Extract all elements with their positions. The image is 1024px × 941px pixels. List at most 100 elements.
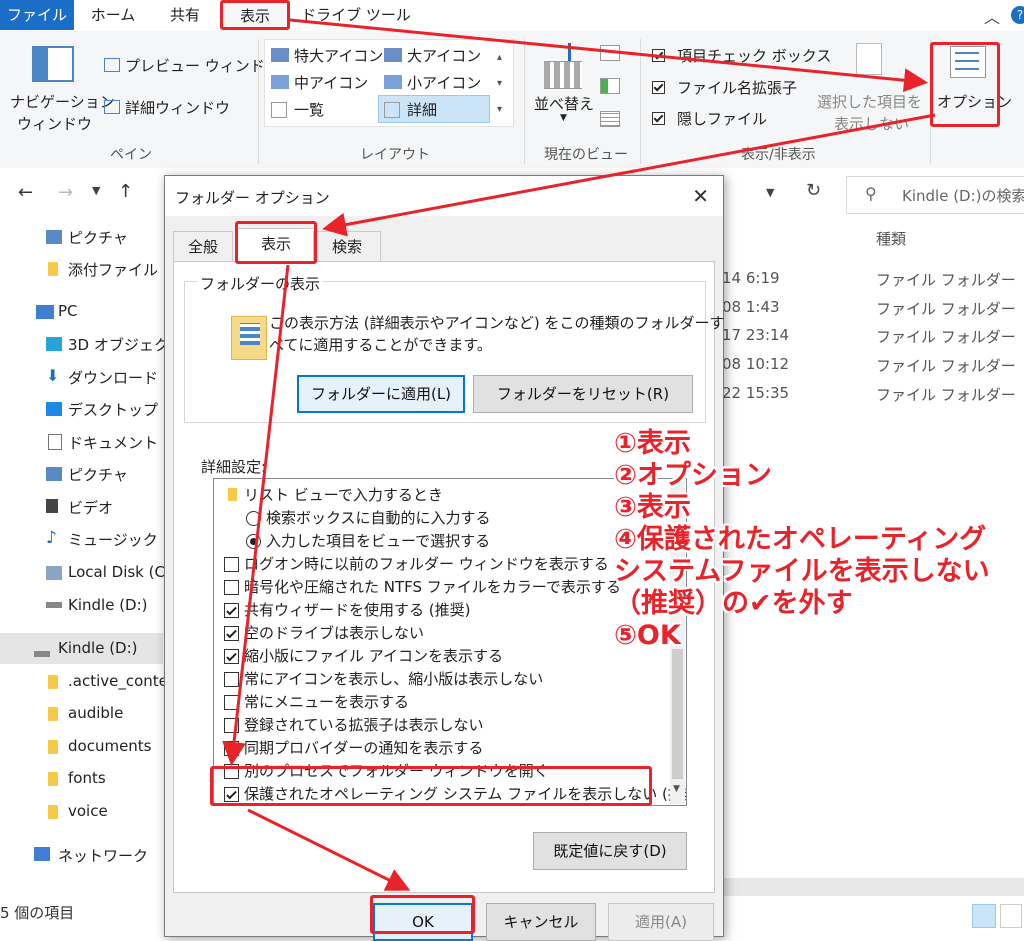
highlight-protected-setting bbox=[210, 766, 652, 806]
apply-to-folders-button[interactable]: フォルダーに適用(L) bbox=[297, 375, 465, 413]
nav-kindle-2[interactable]: Kindle (D:) bbox=[58, 639, 138, 657]
highlight-view-tab bbox=[220, 0, 290, 30]
checkbox-checked[interactable] bbox=[224, 741, 239, 756]
navigation-pane-label-1[interactable]: ナビゲーション bbox=[10, 91, 115, 112]
setting-hide-extensions[interactable]: 登録されている拡張子は表示しない bbox=[214, 713, 659, 736]
tab-share[interactable]: 共有 bbox=[156, 0, 214, 30]
annotation-steps: ①表示 ②オプション ③表示 ④保護されたオペレーティング システムファイルを表… bbox=[614, 428, 990, 652]
sort-dropdown-icon[interactable]: ▼ bbox=[560, 113, 567, 123]
radio-select-typed-item[interactable]: 入力した項目をビューで選択する bbox=[214, 529, 659, 552]
setting-hide-empty-drives[interactable]: 空のドライブは表示しない bbox=[214, 621, 659, 644]
checkbox[interactable] bbox=[224, 580, 239, 595]
cancel-button[interactable]: キャンセル bbox=[486, 903, 596, 941]
tab-file[interactable]: ファイル bbox=[0, 0, 74, 30]
navigation-pane-icon bbox=[32, 46, 74, 82]
nav-downloads[interactable]: ダウンロード bbox=[68, 367, 158, 388]
item-checkboxes-checkbox[interactable] bbox=[652, 49, 665, 62]
recent-locations-icon[interactable]: ▼ bbox=[92, 184, 100, 197]
tab-drive-tools[interactable]: ドライブ ツール bbox=[300, 0, 412, 30]
sort-by-button[interactable]: 並べ替え bbox=[534, 93, 594, 114]
checkbox[interactable] bbox=[224, 557, 239, 572]
checkbox-checked[interactable] bbox=[224, 603, 239, 618]
radio-auto-type-search[interactable]: 検索ボックスに自動的に入力する bbox=[214, 506, 659, 529]
setting-sharing-wizard[interactable]: 共有ウィザードを使用する (推奨) bbox=[214, 598, 659, 621]
restore-defaults-button[interactable]: 既定値に戻す(D) bbox=[533, 832, 687, 870]
nav-kindle-1[interactable]: Kindle (D:) bbox=[68, 596, 148, 614]
show-hide-group-label: 表示/非表示 bbox=[741, 147, 816, 163]
setting-restore-windows[interactable]: ログオン時に以前のフォルダー ウィンドウを表示する bbox=[214, 552, 659, 575]
collapse-ribbon-icon[interactable]: ︿ bbox=[984, 4, 1000, 28]
setting-color-ntfs[interactable]: 暗号化や圧縮された NTFS ファイルをカラーで表示する bbox=[214, 575, 659, 598]
back-icon[interactable]: ← bbox=[18, 182, 33, 203]
details-pane-button[interactable]: 詳細ウィンドウ bbox=[125, 97, 230, 118]
hidden-items-checkbox[interactable] bbox=[652, 112, 665, 125]
reset-folders-button[interactable]: フォルダーをリセット(R) bbox=[473, 375, 693, 413]
hide-selected-icon bbox=[856, 43, 882, 75]
add-columns-icon[interactable] bbox=[600, 78, 620, 94]
hide-selected-label-2[interactable]: 表示しない bbox=[834, 113, 909, 134]
hide-selected-label-1[interactable]: 選択した項目を bbox=[817, 91, 922, 112]
tab-home[interactable]: ホーム bbox=[80, 0, 146, 30]
address-dropdown-icon[interactable]: ▼ bbox=[766, 186, 774, 199]
dialog-tab-search[interactable]: 検索 bbox=[313, 231, 381, 262]
row-date-2: 08 1:43 bbox=[722, 298, 780, 316]
horizontal-scrollbar[interactable] bbox=[722, 878, 1024, 896]
layout-medium-icons[interactable]: 中アイコン bbox=[294, 72, 368, 93]
setting-always-icons[interactable]: 常にアイコンを表示し、縮小版は表示しない bbox=[214, 667, 659, 690]
layout-details[interactable]: 詳細 bbox=[407, 99, 437, 120]
layout-small-icons[interactable]: 小アイコン bbox=[407, 72, 481, 93]
nav-active-content[interactable]: .active_conte bbox=[68, 672, 168, 690]
folder-icon-setting bbox=[228, 488, 237, 501]
checkbox[interactable] bbox=[224, 695, 239, 710]
checkbox-checked[interactable] bbox=[224, 626, 239, 641]
annotation-line-1: ①表示 bbox=[614, 428, 691, 459]
scroll-down-icon[interactable]: ▼ bbox=[673, 784, 680, 794]
setting-thumbnail-icons[interactable]: 縮小版にファイル アイコンを表示する bbox=[214, 644, 659, 667]
nav-audible[interactable]: audible bbox=[68, 704, 123, 722]
column-header-type[interactable]: 種類 bbox=[876, 228, 906, 249]
nav-pictures-quick[interactable]: ピクチャ bbox=[68, 227, 128, 248]
setting-always-menus[interactable]: 常にメニューを表示する bbox=[214, 690, 659, 713]
ribbon-tab-bar: ファイル ホーム 共有 表示 ドライブ ツール ︿ ? bbox=[0, 0, 1024, 32]
nav-pc[interactable]: PC bbox=[58, 302, 78, 320]
details-view-toggle-icon[interactable] bbox=[972, 904, 996, 928]
close-icon[interactable]: ✕ bbox=[692, 184, 709, 208]
layout-xl-icons[interactable]: 特大アイコン bbox=[294, 45, 383, 66]
nav-documents[interactable]: documents bbox=[68, 737, 152, 755]
checkbox[interactable] bbox=[224, 672, 239, 687]
nav-local-disk[interactable]: Local Disk (C: bbox=[68, 563, 170, 581]
forward-icon[interactable]: → bbox=[58, 182, 73, 203]
dialog-title: フォルダー オプション bbox=[175, 189, 330, 207]
layout-scroll-icon[interactable]: ▴ ▾ ▾ bbox=[497, 45, 502, 123]
nav-fonts[interactable]: fonts bbox=[68, 769, 106, 787]
checkbox-checked[interactable] bbox=[224, 649, 239, 664]
dialog-tab-general[interactable]: 全般 bbox=[173, 231, 233, 262]
nav-attachments[interactable]: 添付ファイル bbox=[68, 259, 158, 280]
radio-button-selected[interactable] bbox=[246, 534, 261, 549]
nav-music[interactable]: ミュージック bbox=[68, 529, 158, 550]
size-columns-icon[interactable] bbox=[600, 111, 620, 127]
large-icons-toggle-icon[interactable] bbox=[1000, 904, 1022, 928]
up-icon[interactable]: ↑ bbox=[118, 181, 133, 202]
refresh-icon[interactable]: ↻ bbox=[806, 180, 821, 201]
nav-documents-jp[interactable]: ドキュメント bbox=[68, 432, 158, 453]
navigation-pane-label-2[interactable]: ウィンドウ bbox=[17, 113, 92, 134]
nav-videos[interactable]: ビデオ bbox=[68, 497, 113, 518]
search-box[interactable]: ⚲ Kindle (D:)の検索 bbox=[846, 176, 1024, 214]
nav-network[interactable]: ネットワーク bbox=[58, 845, 148, 866]
nav-desktop[interactable]: デスクトップ bbox=[68, 399, 158, 420]
help-icon[interactable]: ? bbox=[1011, 6, 1024, 24]
file-extensions-checkbox[interactable] bbox=[652, 81, 665, 94]
scrollbar-thumb[interactable] bbox=[672, 649, 683, 779]
apply-button[interactable]: 適用(A) bbox=[608, 903, 714, 941]
item-checkboxes-label: 項目チェック ボックス bbox=[677, 47, 832, 65]
setting-sync-notifications[interactable]: 同期プロバイダーの通知を表示する bbox=[214, 736, 659, 759]
group-by-icon[interactable] bbox=[600, 45, 620, 61]
nav-voice[interactable]: voice bbox=[68, 802, 108, 820]
layout-large-icons[interactable]: 大アイコン bbox=[407, 45, 481, 66]
layout-list[interactable]: 一覧 bbox=[294, 99, 324, 120]
preview-pane-button[interactable]: プレビュー ウィンドウ bbox=[125, 55, 280, 76]
radio-button[interactable] bbox=[246, 511, 261, 526]
nav-pictures[interactable]: ピクチャ bbox=[68, 464, 128, 485]
checkbox[interactable] bbox=[224, 718, 239, 733]
